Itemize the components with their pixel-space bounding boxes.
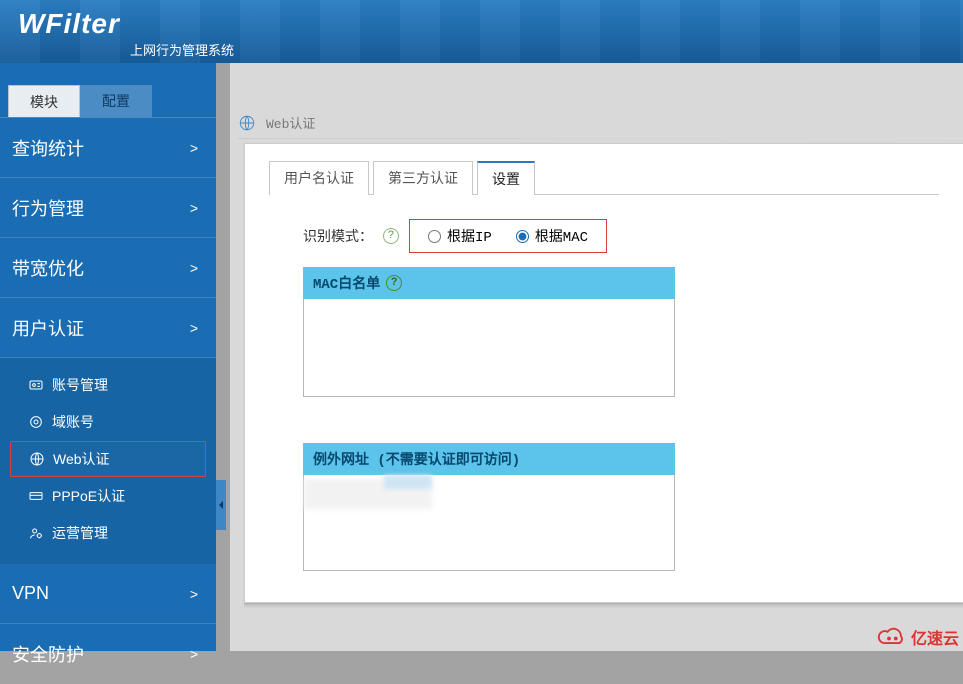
menu-behavior[interactable]: 行为管理 > bbox=[0, 178, 216, 238]
logo-text: WFilter bbox=[18, 8, 120, 40]
submenu-label: 域账号 bbox=[52, 412, 94, 432]
menu-label: 行为管理 bbox=[12, 195, 84, 221]
radio-label: 根据IP bbox=[447, 226, 492, 246]
menu-vpn[interactable]: VPN > bbox=[0, 564, 216, 624]
radio-label: 根据MAC bbox=[535, 226, 588, 246]
tab-thirdparty-auth[interactable]: 第三方认证 bbox=[373, 161, 473, 195]
sidebar: 模块 配置 查询统计 > 行为管理 > 带宽优化 > 用户认证 > 账号管理 域… bbox=[0, 63, 216, 651]
breadcrumb-title: Web认证 bbox=[266, 113, 315, 132]
sidebar-tablist: 模块 配置 bbox=[0, 63, 216, 118]
submenu-web-auth[interactable]: Web认证 bbox=[10, 441, 206, 477]
menu-user-auth[interactable]: 用户认证 > bbox=[0, 298, 216, 358]
target-icon bbox=[28, 414, 44, 430]
submenu-domain[interactable]: 域账号 bbox=[10, 404, 206, 440]
submenu-account[interactable]: 账号管理 bbox=[10, 367, 206, 403]
submenu-operate[interactable]: 运营管理 bbox=[10, 515, 206, 551]
brand-text: 亿速云 bbox=[911, 625, 959, 649]
submenu-label: 运营管理 bbox=[52, 523, 108, 543]
chevron-right-icon: > bbox=[190, 140, 198, 156]
radio-input-mac[interactable] bbox=[516, 230, 529, 243]
id-card-icon bbox=[28, 377, 44, 393]
label-identify-mode: 识别模式： bbox=[303, 226, 373, 246]
submenu-label: PPPoE认证 bbox=[52, 486, 125, 506]
row-identify-mode: 识别模式： ? 根据IP 根据MAC bbox=[303, 219, 939, 253]
menu-bandwidth[interactable]: 带宽优化 > bbox=[0, 238, 216, 298]
menu-label: 查询统计 bbox=[12, 135, 84, 161]
menu-query-stats[interactable]: 查询统计 > bbox=[0, 118, 216, 178]
globe-icon bbox=[29, 451, 45, 467]
chevron-right-icon: > bbox=[190, 586, 198, 602]
chevron-right-icon: > bbox=[190, 646, 198, 662]
section-exception-url: 例外网址 (不需要认证即可访问) bbox=[303, 443, 675, 475]
submenu-label: Web认证 bbox=[53, 449, 110, 469]
user-gear-icon bbox=[28, 525, 44, 541]
submenu-label: 账号管理 bbox=[52, 375, 108, 395]
menu-security[interactable]: 安全防护 > bbox=[0, 624, 216, 684]
mac-whitelist-textarea[interactable] bbox=[303, 299, 675, 397]
card-icon bbox=[28, 488, 44, 504]
redacted-content bbox=[384, 475, 432, 489]
chevron-right-icon: > bbox=[190, 200, 198, 216]
settings-form: 识别模式： ? 根据IP 根据MAC MAC白名单 ? bbox=[269, 195, 939, 571]
sidebar-tab-config[interactable]: 配置 bbox=[80, 85, 152, 117]
sidebar-tab-modules[interactable]: 模块 bbox=[8, 85, 80, 117]
chevron-right-icon: > bbox=[190, 320, 198, 336]
divider bbox=[238, 138, 963, 139]
logo-subtitle: 上网行为管理系统 bbox=[130, 40, 234, 59]
radio-by-mac[interactable]: 根据MAC bbox=[516, 226, 588, 246]
tab-username-auth[interactable]: 用户名认证 bbox=[269, 161, 369, 195]
help-icon[interactable]: ? bbox=[386, 275, 402, 291]
panel-tabs: 用户名认证 第三方认证 设置 bbox=[269, 160, 939, 195]
help-icon[interactable]: ? bbox=[383, 228, 399, 244]
globe-icon bbox=[238, 114, 256, 132]
main-content: Web认证 用户名认证 第三方认证 设置 识别模式： ? 根据IP 根据MAC bbox=[230, 63, 963, 651]
radio-input-ip[interactable] bbox=[428, 230, 441, 243]
section-title: MAC白名单 bbox=[313, 273, 380, 293]
menu-label: 带宽优化 bbox=[12, 255, 84, 281]
submenu-user-auth: 账号管理 域账号 Web认证 PPPoE认证 运营管理 bbox=[0, 358, 216, 564]
logo-block: WFilter 上网行为管理系统 bbox=[18, 8, 120, 40]
exception-url-textarea[interactable] bbox=[303, 475, 675, 571]
chevron-right-icon: > bbox=[190, 260, 198, 276]
app-header: WFilter 上网行为管理系统 bbox=[0, 0, 963, 63]
tab-settings[interactable]: 设置 bbox=[477, 161, 535, 195]
radio-by-ip[interactable]: 根据IP bbox=[428, 226, 492, 246]
panel-shadow bbox=[244, 603, 963, 609]
radio-group-mode: 根据IP 根据MAC bbox=[409, 219, 607, 253]
settings-panel: 用户名认证 第三方认证 设置 识别模式： ? 根据IP 根据MAC bbox=[244, 143, 963, 603]
section-title: 例外网址 (不需要认证即可访问) bbox=[313, 449, 520, 469]
submenu-pppoe[interactable]: PPPoE认证 bbox=[10, 478, 206, 514]
menu-label: 用户认证 bbox=[12, 315, 84, 341]
menu-label: 安全防护 bbox=[12, 641, 84, 667]
cloud-icon bbox=[877, 626, 907, 648]
sidebar-collapse-handle[interactable] bbox=[216, 480, 226, 530]
menu-label: VPN bbox=[12, 583, 49, 604]
section-mac-whitelist: MAC白名单 ? bbox=[303, 267, 675, 299]
brand-watermark: 亿速云 bbox=[877, 625, 959, 649]
breadcrumb: Web认证 bbox=[238, 113, 315, 132]
